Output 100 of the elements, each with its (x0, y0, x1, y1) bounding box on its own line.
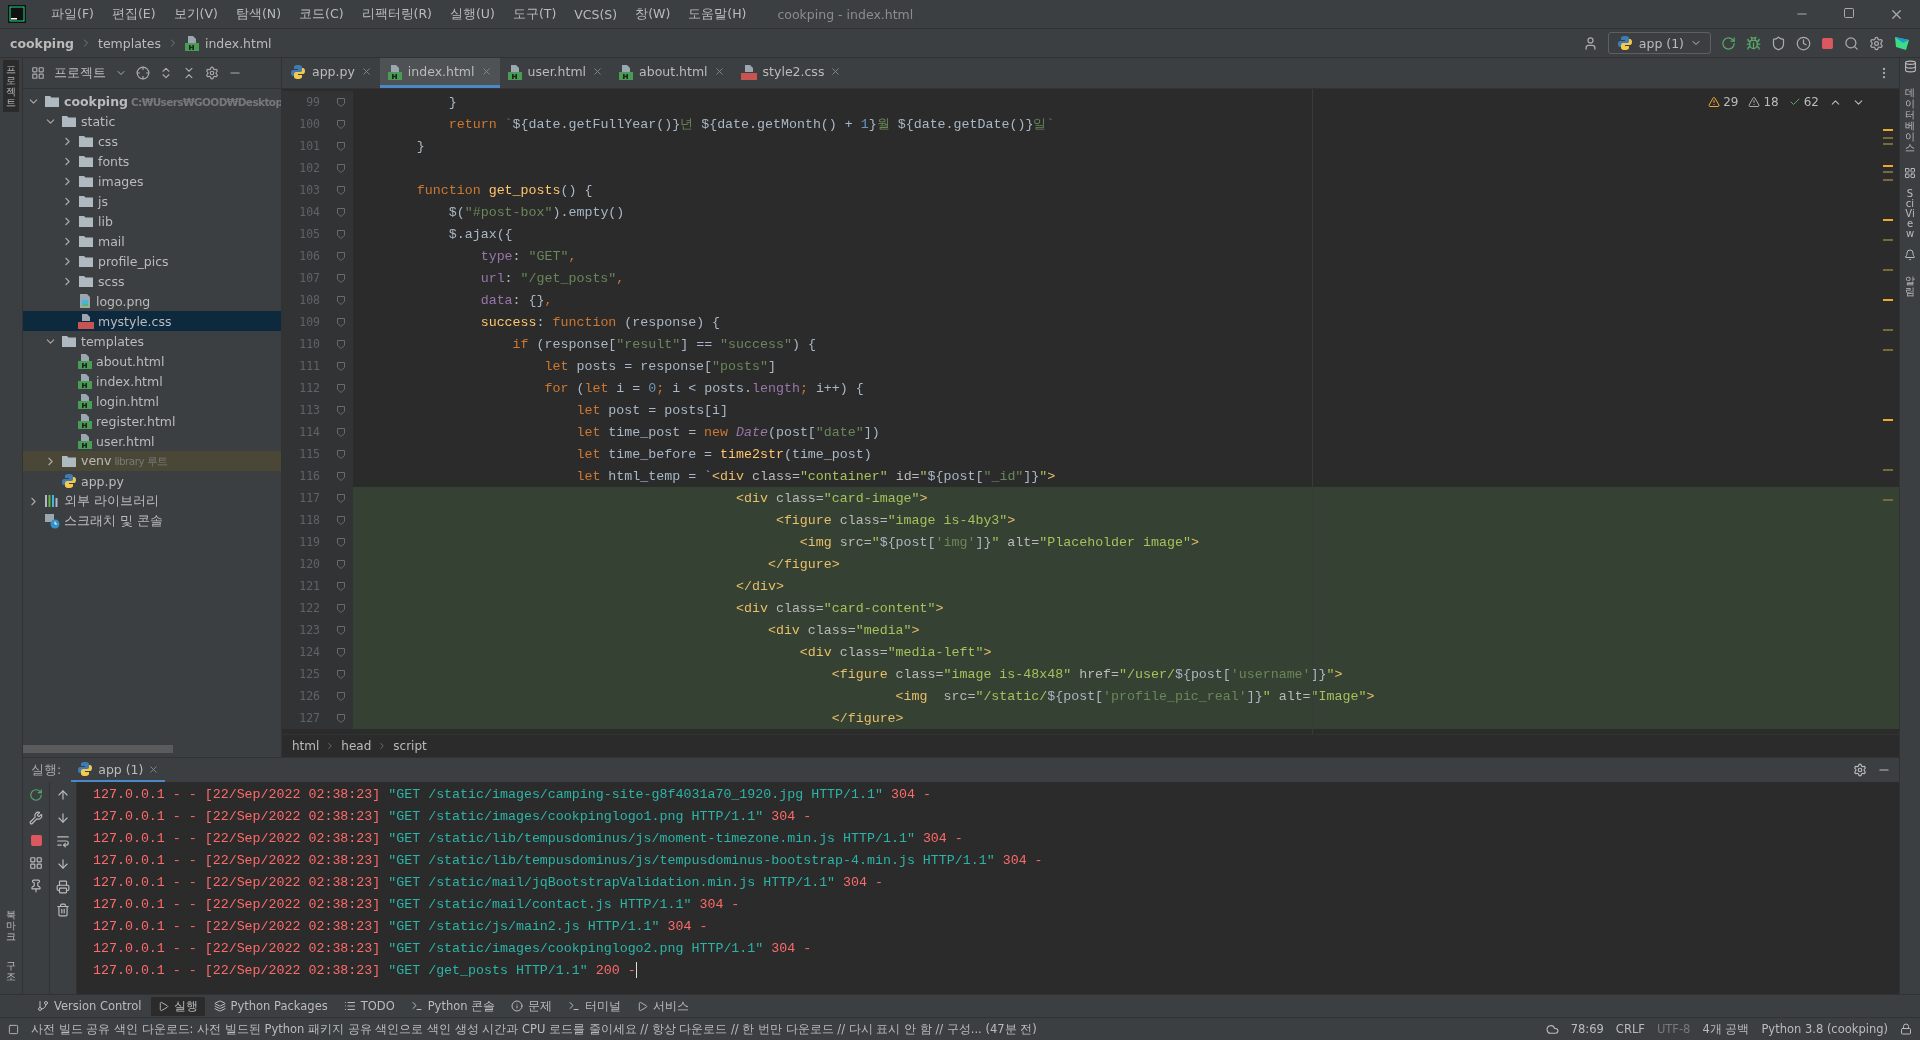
breadcrumb[interactable]: index.html (204, 35, 272, 51)
fold-marker-icon[interactable] (336, 229, 345, 239)
line-separator[interactable]: CRLF (1615, 1022, 1645, 1036)
close-icon[interactable] (592, 66, 604, 77)
fold-marker-icon[interactable] (336, 515, 345, 525)
fold-marker-icon[interactable] (336, 691, 345, 701)
tree-item[interactable]: mystyle.css (23, 311, 281, 331)
fold-marker-icon[interactable] (336, 185, 345, 195)
tree-item[interactable]: 스크래치 및 콘솔 (23, 511, 281, 531)
fold-marker-icon[interactable] (336, 273, 345, 283)
menu-item[interactable]: 창(W) (628, 2, 678, 26)
tree-item[interactable]: 외부 라이브러리 (23, 491, 281, 511)
fold-marker-icon[interactable] (336, 317, 345, 327)
pin-icon[interactable] (29, 879, 43, 893)
stop-icon[interactable] (29, 834, 43, 847)
menu-item[interactable]: 리팩터링(R) (354, 2, 439, 26)
indent-setting[interactable]: 4개 공백 (1702, 1021, 1750, 1037)
print-icon[interactable] (56, 880, 70, 894)
tree-item[interactable]: lib (23, 211, 281, 231)
tool-window-tab[interactable]: TODO (336, 997, 402, 1015)
tool-window-tab[interactable]: 터미널 (561, 996, 629, 1016)
tool-window-tab[interactable]: 문제 (504, 996, 560, 1016)
tool-window-tab[interactable]: Python Packages (206, 997, 335, 1015)
typo-count[interactable]: 62 (1788, 95, 1819, 109)
fold-marker-icon[interactable] (336, 471, 345, 481)
panel-title[interactable]: 프로젝트 (54, 64, 106, 82)
soft-wrap-icon[interactable] (56, 834, 70, 848)
fold-marker-icon[interactable] (336, 141, 345, 151)
path-crumb[interactable]: script (393, 739, 427, 753)
fold-marker-icon[interactable] (336, 647, 345, 657)
tree-item[interactable]: cookping C:₩Users₩GOOD₩Desktop (23, 91, 281, 111)
run-tab[interactable]: app (1) (71, 758, 166, 782)
menu-item[interactable]: 보기(V) (166, 2, 225, 26)
menu-item[interactable]: VCS(S) (567, 3, 625, 25)
tree-item[interactable]: app.py (23, 471, 281, 491)
tool-window-tab[interactable]: 데이터베이스 (1902, 83, 1918, 157)
menu-item[interactable]: 탐색(N) (228, 2, 289, 26)
fold-marker-icon[interactable] (336, 603, 345, 613)
debug-icon[interactable] (1746, 35, 1761, 51)
tool-window-tab[interactable]: SciView (1905, 189, 1915, 239)
tree-item[interactable]: user.html (23, 431, 281, 451)
breadcrumb[interactable]: templates (98, 35, 161, 51)
tree-item[interactable]: logo.png (23, 291, 281, 311)
locate-icon[interactable] (136, 66, 150, 80)
menu-item[interactable]: 코드(C) (292, 2, 351, 26)
tool-window-tab[interactable]: 서비스 (630, 996, 697, 1016)
fold-marker-icon[interactable] (336, 669, 345, 679)
cursor-position[interactable]: 78:69 (1570, 1022, 1604, 1036)
wrench-icon[interactable] (29, 811, 43, 825)
tree-item[interactable]: about.html (23, 351, 281, 371)
fold-marker-icon[interactable] (336, 559, 345, 569)
fold-marker-icon[interactable] (336, 207, 345, 217)
arrow-down-icon[interactable] (56, 811, 70, 825)
panel-toggle-icon[interactable] (8, 1023, 19, 1035)
tree-item[interactable]: js (23, 191, 281, 211)
settings-icon[interactable] (1869, 35, 1884, 51)
fold-marker-icon[interactable] (336, 581, 345, 591)
menu-item[interactable]: 편집(E) (104, 2, 163, 26)
tool-window-tab[interactable]: Version Control (30, 997, 149, 1015)
path-crumb[interactable]: head (341, 739, 372, 753)
fold-marker-icon[interactable] (336, 427, 345, 437)
settings-icon[interactable] (205, 66, 219, 80)
grid-icon[interactable] (1904, 167, 1916, 179)
fold-marker-icon[interactable] (336, 163, 345, 173)
menu-item[interactable]: 파일(F) (44, 2, 101, 26)
fold-marker-icon[interactable] (336, 383, 345, 393)
stop-icon[interactable] (1821, 36, 1834, 50)
close-icon[interactable] (360, 66, 372, 77)
trash-icon[interactable] (56, 903, 70, 917)
scroll-to-end-icon[interactable] (56, 857, 70, 871)
interpreter[interactable]: Python 3.8 (cookping) (1761, 1022, 1888, 1036)
lock-icon[interactable] (1900, 1023, 1912, 1035)
fold-marker-icon[interactable] (336, 537, 345, 547)
fold-marker-icon[interactable] (336, 295, 345, 305)
bell-icon[interactable] (1904, 249, 1916, 261)
fold-marker-icon[interactable] (336, 119, 345, 129)
menu-item[interactable]: 실행(U) (442, 2, 502, 26)
fold-marker-icon[interactable] (336, 339, 345, 349)
tool-window-tab[interactable]: 알림 (1902, 271, 1918, 301)
profile-icon[interactable] (1796, 35, 1811, 51)
tree-item[interactable]: register.html (23, 411, 281, 431)
close-icon[interactable] (713, 66, 725, 77)
tree-item[interactable]: scss (23, 271, 281, 291)
editor-tab[interactable]: about.html (611, 58, 733, 88)
user-icon[interactable] (1582, 35, 1598, 51)
tree-item[interactable]: static (23, 111, 281, 131)
coverage-icon[interactable] (1771, 35, 1786, 51)
fold-marker-icon[interactable] (336, 361, 345, 371)
rerun-icon[interactable] (29, 788, 43, 802)
tree-item[interactable]: fonts (23, 151, 281, 171)
fold-marker-icon[interactable] (336, 405, 345, 415)
restore-icon[interactable] (1843, 6, 1855, 19)
editor-tab[interactable]: index.html (379, 58, 500, 88)
menu-item[interactable]: 도구(T) (505, 2, 564, 26)
status-message[interactable]: 사전 빌드 공유 색인 다운로드: 사전 빌드된 Python 패키지 공유 색인으로 색인 생성 시간과 CPU 로드를 줄이세요 // 항상 다운로드 // 한 번만 다운로드 // 다시 표시 안 함 // 구성... (47분 전) (31, 1021, 1534, 1037)
rerun-icon[interactable] (1721, 35, 1736, 51)
tree-item[interactable]: index.html (23, 371, 281, 391)
fold-marker-icon[interactable] (336, 449, 345, 459)
close-icon[interactable] (830, 66, 842, 77)
collapse-all-icon[interactable] (182, 66, 196, 80)
